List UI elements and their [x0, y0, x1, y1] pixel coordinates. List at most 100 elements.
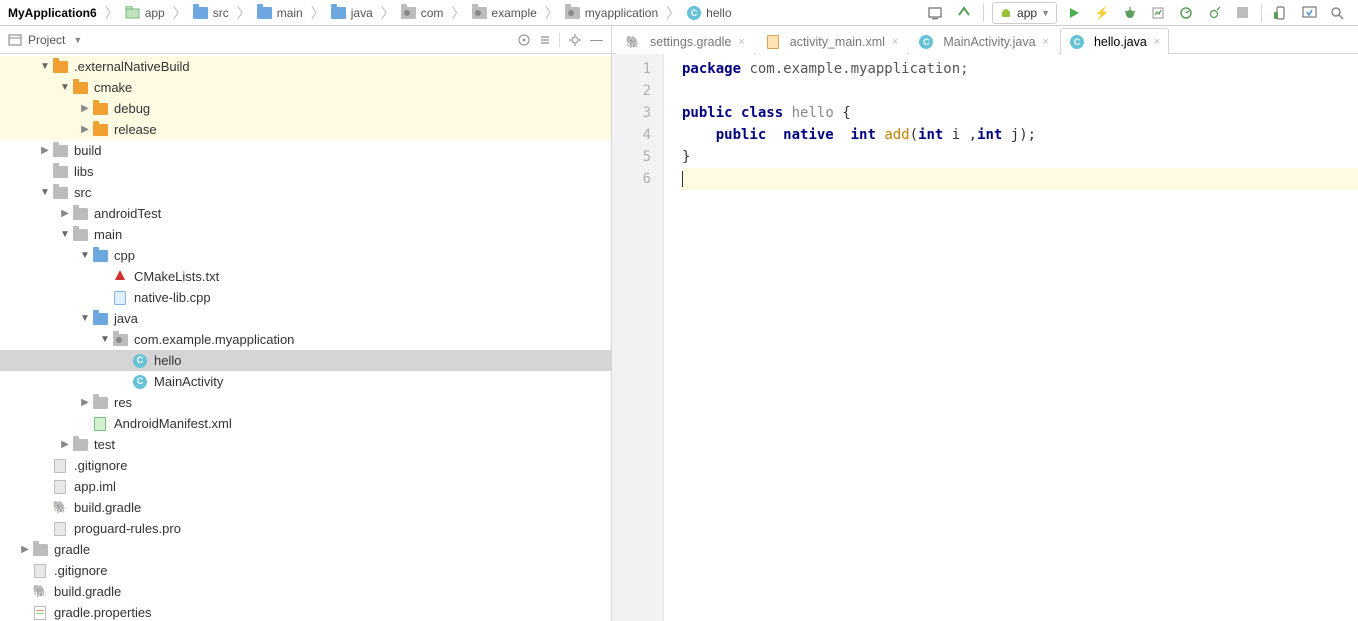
tree-node--externalnativebuild[interactable]: ▼.externalNativeBuild [0, 56, 611, 77]
hide-icon[interactable]: — [590, 32, 603, 47]
run-button-icon[interactable] [1063, 2, 1085, 24]
tree-node-release[interactable]: ▶release [0, 119, 611, 140]
line-number[interactable]: 1 [612, 58, 651, 80]
tree-node-proguard-rules-pro[interactable]: proguard-rules.pro [0, 518, 611, 539]
sdk-manager-icon[interactable] [1298, 2, 1320, 24]
close-icon[interactable]: × [1154, 36, 1160, 48]
chevron-right-icon: 〉 [543, 3, 561, 23]
tree-node-label: res [112, 392, 132, 413]
chevron-down-icon[interactable]: ▼ [73, 35, 82, 45]
tree-node-hello[interactable]: Chello [0, 350, 611, 371]
tab-hello-java[interactable]: Chello.java× [1060, 28, 1169, 54]
breadcrumb-example[interactable]: example [467, 0, 542, 25]
chevron-right-icon[interactable]: ▶ [78, 392, 92, 413]
tree-node-libs[interactable]: libs [0, 161, 611, 182]
tab-mainactivity-java[interactable]: CMainActivity.java× [909, 28, 1058, 54]
debug-button-icon[interactable] [1119, 2, 1141, 24]
chevron-right-icon[interactable]: ▶ [78, 98, 92, 119]
folder-g-icon [32, 542, 48, 558]
chevron-right-icon[interactable]: ▶ [38, 140, 52, 161]
tree-node-cmake[interactable]: ▼cmake [0, 77, 611, 98]
line-number[interactable]: 3 [612, 102, 651, 124]
chevron-down-icon[interactable]: ▼ [78, 308, 92, 329]
tree-node-main[interactable]: ▼main [0, 224, 611, 245]
attach-debugger-icon[interactable] [1203, 2, 1225, 24]
gear-icon[interactable] [568, 33, 582, 47]
coverage-icon[interactable] [1147, 2, 1169, 24]
tree-node-androidtest[interactable]: ▶androidTest [0, 203, 611, 224]
tree-node-test[interactable]: ▶ test [0, 434, 611, 455]
line-number[interactable]: 6 [612, 168, 651, 190]
tree-node-native-lib-cpp[interactable]: native-lib.cpp [0, 287, 611, 308]
tree-node-com-example-myapplication[interactable]: ▼com.example.myapplication [0, 329, 611, 350]
project-tree[interactable]: ▼.externalNativeBuild▼cmake▶debug▶releas… [0, 54, 611, 621]
class-icon: C [686, 5, 702, 21]
close-icon[interactable]: × [738, 36, 744, 48]
tree-node-src[interactable]: ▼src [0, 182, 611, 203]
tree-node-debug[interactable]: ▶debug [0, 98, 611, 119]
close-icon[interactable]: × [892, 36, 898, 48]
tree-node-build-gradle[interactable]: 🐘build.gradle [0, 581, 611, 602]
file-icon [52, 458, 68, 474]
tree-node--gitignore[interactable]: .gitignore [0, 560, 611, 581]
code-editor[interactable]: 123456 package com.example.myapplication… [612, 54, 1358, 621]
tree-node-app-iml[interactable]: app.iml [0, 476, 611, 497]
chevron-right-icon[interactable]: ▶ [58, 434, 72, 455]
tree-node-build-gradle[interactable]: 🐘build.gradle [0, 497, 611, 518]
editor-gutter[interactable]: 123456 [612, 54, 664, 621]
editor-tabs: 🐘settings.gradle×activity_main.xml×CMain… [612, 26, 1358, 54]
folder-g-icon [72, 227, 88, 243]
tree-node-gradle-properties[interactable]: gradle.properties [0, 602, 611, 621]
breadcrumb-myapplication[interactable]: myapplication [561, 0, 664, 25]
chevron-right-icon[interactable]: ▶ [58, 203, 72, 224]
chevron-right-icon: 〉 [309, 3, 327, 23]
tree-node-build[interactable]: ▶build [0, 140, 611, 161]
run-configuration-selector[interactable]: app ▼ [992, 2, 1057, 24]
tree-node-java[interactable]: ▼java [0, 308, 611, 329]
tree-node-cmakelists-txt[interactable]: CMakeLists.txt [0, 266, 611, 287]
cmake-icon [112, 269, 128, 285]
editor-content[interactable]: package com.example.myapplication; publi… [664, 54, 1358, 621]
line-number[interactable]: 2 [612, 80, 651, 102]
apply-changes-icon[interactable]: ⚡ [1091, 2, 1113, 24]
device-selector-icon[interactable] [925, 2, 947, 24]
tree-node-res[interactable]: ▶ res [0, 392, 611, 413]
folder-b-icon [193, 5, 209, 21]
collapse-all-icon[interactable] [539, 34, 551, 46]
chevron-right-icon: 〉 [171, 3, 189, 23]
chevron-right-icon[interactable]: ▶ [18, 539, 32, 560]
close-icon[interactable]: × [1043, 36, 1049, 48]
tree-node-label: test [92, 434, 115, 455]
avd-manager-icon[interactable] [1270, 2, 1292, 24]
chevron-down-icon[interactable]: ▼ [58, 77, 72, 98]
chevron-down-icon[interactable]: ▼ [78, 245, 92, 266]
chevron-down-icon[interactable]: ▼ [38, 182, 52, 203]
project-pane-title[interactable]: Project [28, 33, 65, 47]
tree-node--gitignore[interactable]: .gitignore [0, 455, 611, 476]
breadcrumb-java[interactable]: java [327, 0, 379, 25]
chevron-down-icon[interactable]: ▼ [58, 224, 72, 245]
chevron-down-icon[interactable]: ▼ [98, 329, 112, 350]
scroll-from-source-icon[interactable] [517, 33, 531, 47]
tab-settings-gradle[interactable]: 🐘settings.gradle× [616, 28, 754, 54]
folder-y-icon [52, 59, 68, 75]
breadcrumb-main[interactable]: main [253, 0, 309, 25]
profiler-icon[interactable] [1175, 2, 1197, 24]
tree-node-cpp[interactable]: ▼cpp [0, 245, 611, 266]
breadcrumb-app[interactable]: app [121, 0, 171, 25]
breadcrumb-myapplication6[interactable]: MyApplication6 [4, 0, 103, 25]
stop-button-icon[interactable] [1231, 2, 1253, 24]
breadcrumb-src[interactable]: src [189, 0, 235, 25]
tab-activity-main-xml[interactable]: activity_main.xml× [756, 28, 908, 54]
tree-node-mainactivity[interactable]: CMainActivity [0, 371, 611, 392]
search-everywhere-icon[interactable] [1326, 2, 1348, 24]
line-number[interactable]: 5 [612, 146, 651, 168]
chevron-down-icon[interactable]: ▼ [38, 56, 52, 77]
chevron-right-icon[interactable]: ▶ [78, 119, 92, 140]
breadcrumb-com[interactable]: com [397, 0, 450, 25]
breadcrumb-hello[interactable]: Chello [682, 0, 737, 25]
sync-gradle-icon[interactable] [953, 2, 975, 24]
line-number[interactable]: 4 [612, 124, 651, 146]
tree-node-gradle[interactable]: ▶gradle [0, 539, 611, 560]
tree-node-androidmanifest-xml[interactable]: AndroidManifest.xml [0, 413, 611, 434]
